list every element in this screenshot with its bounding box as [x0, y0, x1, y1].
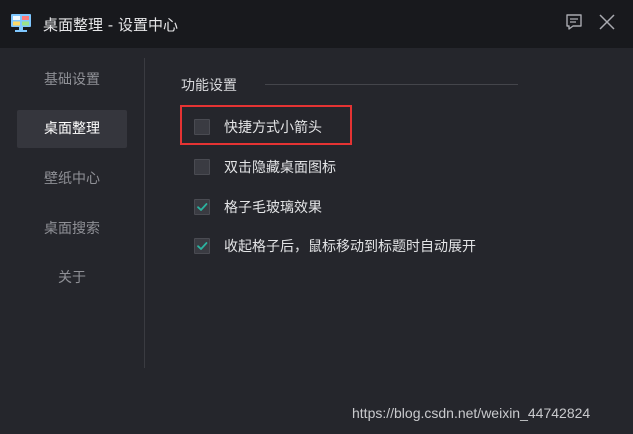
option-label: 格子毛玻璃效果 — [224, 200, 322, 216]
sidebar-item-about[interactable]: 关于 — [17, 259, 127, 297]
section-divider — [265, 84, 518, 85]
sidebar-divider — [144, 58, 145, 368]
close-icon — [597, 12, 617, 36]
sidebar: 基础设置 桌面整理 壁纸中心 桌面搜索 关于 — [0, 48, 144, 368]
check-icon — [197, 203, 208, 211]
option-frosted-glass[interactable]: 格子毛玻璃效果 — [194, 197, 322, 217]
feedback-icon — [564, 12, 584, 36]
close-button[interactable] — [595, 12, 619, 36]
sidebar-item-desktop-organize[interactable]: 桌面整理 — [17, 110, 127, 148]
option-label: 收起格子后，鼠标移动到标题时自动展开 — [224, 239, 476, 255]
highlight-annotation — [180, 105, 352, 145]
checkbox-auto-expand[interactable] — [194, 238, 210, 254]
settings-window: 桌面整理 - 设置中心 基础设置 桌面整理 壁纸中心 桌面搜索 关于 功能设置 … — [0, 0, 633, 434]
feedback-button[interactable] — [562, 12, 586, 36]
checkbox-frosted-glass[interactable] — [194, 199, 210, 215]
section-title: 功能设置 — [181, 78, 237, 94]
option-auto-expand[interactable]: 收起格子后，鼠标移动到标题时自动展开 — [194, 236, 476, 256]
check-icon — [197, 242, 208, 250]
title-bar: 桌面整理 - 设置中心 — [0, 0, 633, 48]
monitor-icon — [10, 13, 32, 33]
checkbox-double-click-hide[interactable] — [194, 159, 210, 175]
watermark-url: https://blog.csdn.net/weixin_44742824 — [352, 405, 591, 421]
option-double-click-hide[interactable]: 双击隐藏桌面图标 — [194, 157, 336, 177]
sidebar-item-wallpaper-center[interactable]: 壁纸中心 — [17, 160, 127, 198]
sidebar-item-basic-settings[interactable]: 基础设置 — [17, 61, 127, 99]
option-label: 双击隐藏桌面图标 — [224, 160, 336, 176]
window-title: 桌面整理 - 设置中心 — [43, 16, 178, 34]
sidebar-item-desktop-search[interactable]: 桌面搜索 — [17, 210, 127, 248]
